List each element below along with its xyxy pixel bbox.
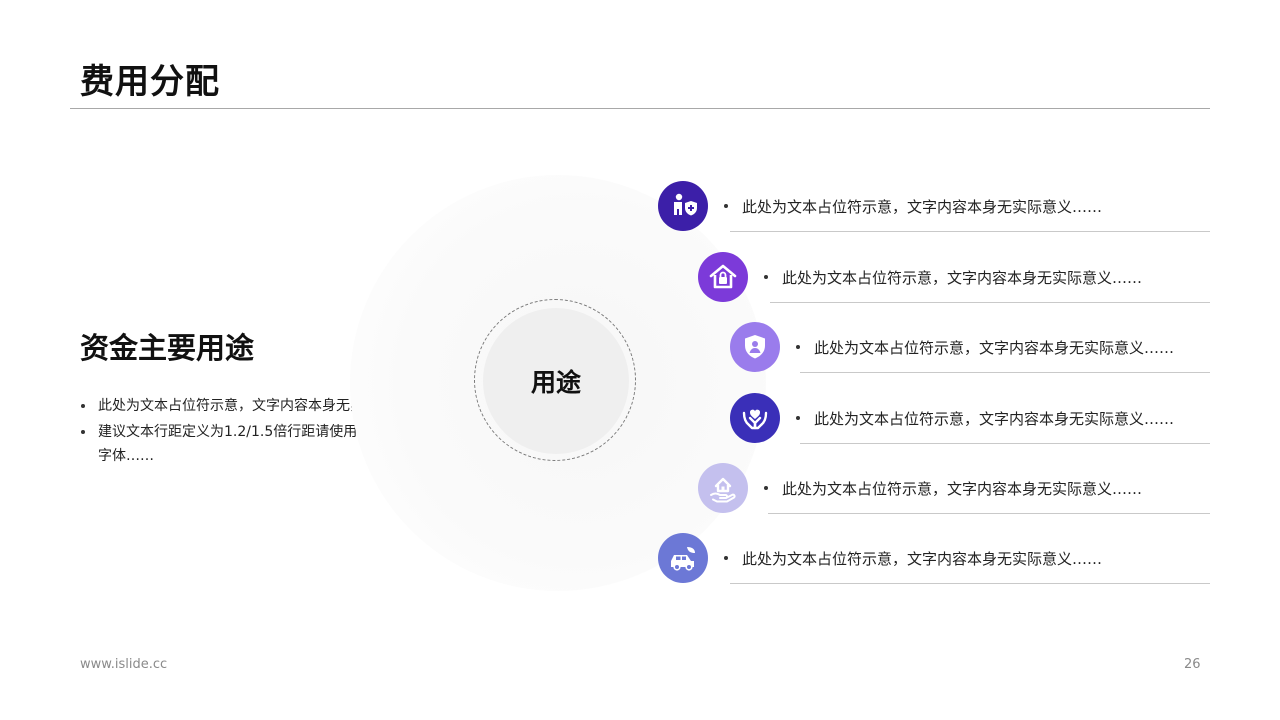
bullet-dot [81,430,85,434]
usage-item-text: 此处为文本占位符示意，文字内容本身无实际意义…… [796,407,1174,431]
hands-heart-icon [730,393,780,443]
slide-title: 费用分配 [80,62,220,102]
house-lock-icon [698,252,748,302]
bullet-dot [796,344,800,349]
usage-item-text: 此处为文本占位符示意，文字内容本身无实际意义…… [796,336,1174,360]
usage-item-label: 此处为文本占位符示意，文字内容本身无实际意义…… [814,339,1175,357]
bullet-dot [81,404,85,408]
usage-item-text: 此处为文本占位符示意，文字内容本身无实际意义…… [724,547,1102,571]
shield-user-icon [730,322,780,372]
hub-label: 用途 [530,368,581,397]
usage-item-text: 此处为文本占位符示意，文字内容本身无实际意义…… [764,266,1142,290]
usage-item-text: 此处为文本占位符示意，文字内容本身无实际意义…… [764,477,1142,501]
row-divider [730,231,1210,232]
bullet-dot [724,203,728,208]
row-divider [800,443,1210,444]
row-divider [800,372,1210,373]
page-number: 26 [1184,657,1201,672]
usage-item-label: 此处为文本占位符示意，文字内容本身无实际意义…… [782,269,1143,287]
hand-house-icon [698,463,748,513]
title-divider [70,108,1210,109]
bullet-dot [764,274,768,279]
row-divider [770,302,1210,303]
bullet-dot [764,485,768,490]
bullet-dot [724,555,728,560]
person-shield-icon [658,181,708,231]
footer-url[interactable]: www.islide.cc [80,657,167,672]
usage-item-label: 此处为文本占位符示意，文字内容本身无实际意义…… [742,550,1103,568]
usage-item-label: 此处为文本占位符示意，文字内容本身无实际意义…… [742,198,1103,216]
row-divider [730,583,1210,584]
usage-item-text: 此处为文本占位符示意，文字内容本身无实际意义…… [724,195,1102,219]
usage-item-label: 此处为文本占位符示意，文字内容本身无实际意义…… [814,410,1175,428]
usage-item-label: 此处为文本占位符示意，文字内容本身无实际意义…… [782,480,1143,498]
bullet-dot [796,415,800,420]
row-divider [768,513,1210,514]
hub-circle: 用途 [483,308,629,454]
left-heading: 资金主要用途 [80,331,255,365]
car-leaf-icon [658,533,708,583]
